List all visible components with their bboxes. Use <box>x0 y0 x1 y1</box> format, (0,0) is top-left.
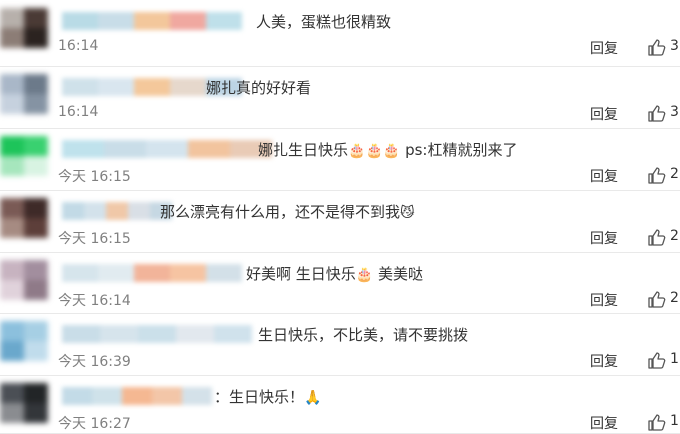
like-button[interactable]: 2 <box>648 166 680 186</box>
emoji-icon: 🎂 <box>355 266 374 283</box>
reply-button[interactable]: 回复 <box>590 38 618 58</box>
comment-item: 娜扎生日快乐🎂🎂🎂 ps:杠精就别来了 今天 16:15 回复 2 <box>0 128 680 191</box>
timestamp: 16:14 <box>58 104 99 120</box>
avatar[interactable] <box>0 321 48 361</box>
thumbs-up-icon <box>648 352 666 369</box>
like-count: 2 <box>670 228 679 244</box>
avatar[interactable] <box>0 8 48 48</box>
like-count: 1 <box>670 413 679 429</box>
thumbs-up-icon <box>648 39 666 56</box>
username-blurred[interactable] <box>62 387 212 405</box>
comment-item: 生日快乐，不比美，请不要挑拨今天 16:39 回复 1 <box>0 313 680 376</box>
comment-list: 人美，蛋糕也很精致 16:14 回复 3 娜扎真的好好看 16:14 回复 3 娜扎生日快乐🎂🎂… <box>0 0 680 434</box>
emoji-icon: 🎂 <box>365 142 383 159</box>
reply-button[interactable]: 回复 <box>590 413 618 433</box>
comment-body: 娜扎生日快乐 <box>258 141 349 159</box>
timestamp: 16:14 <box>58 38 99 54</box>
comment-item: 娜扎真的好好看 16:14 回复 3 <box>0 66 680 129</box>
emoji-icon: 🎂 <box>382 142 401 159</box>
timestamp: 今天 16:15 <box>58 231 131 247</box>
reply-button[interactable]: 回复 <box>590 166 618 186</box>
comment-body: 生日快乐，不比美，请不要挑拨 <box>258 326 469 344</box>
comment-body: ：生日快乐！ <box>214 388 305 406</box>
reply-button[interactable]: 回复 <box>590 228 618 248</box>
thumbs-up-icon <box>648 291 666 308</box>
like-button[interactable]: 2 <box>648 290 680 310</box>
username-blurred[interactable] <box>62 325 252 343</box>
timestamp: 今天 16:27 <box>58 416 131 432</box>
like-count: 3 <box>670 104 679 120</box>
comment-text: 生日快乐，不比美，请不要挑拨 <box>258 324 468 345</box>
avatar[interactable] <box>0 383 48 423</box>
comment-item: 好美啊 生日快乐🎂 美美哒今天 16:14 回复 2 <box>0 252 680 314</box>
like-button[interactable]: 3 <box>648 38 680 58</box>
timestamp: 今天 16:14 <box>58 293 131 309</box>
comment-item: 人美，蛋糕也很精致 16:14 回复 3 <box>0 0 680 67</box>
like-button[interactable]: 1 <box>648 351 680 371</box>
avatar[interactable] <box>0 260 48 300</box>
thumbs-up-icon <box>648 414 666 431</box>
comment-text: 好美啊 生日快乐🎂 美美哒 <box>246 263 423 284</box>
reply-button[interactable]: 回复 <box>590 290 618 310</box>
reply-button[interactable]: 回复 <box>590 351 618 371</box>
comment-body: 那么漂亮有什么用，还不是得不到我 <box>160 203 401 221</box>
thumbs-up-icon <box>648 105 666 122</box>
thumbs-up-icon <box>648 167 666 184</box>
like-button[interactable]: 1 <box>648 413 680 433</box>
like-count: 3 <box>670 38 679 54</box>
like-count: 2 <box>670 166 679 182</box>
username-blurred[interactable] <box>62 140 272 158</box>
comment-text: 那么漂亮有什么用，还不是得不到我😼 <box>160 201 415 222</box>
emoji-icon: 🎂 <box>348 142 366 159</box>
comment-body-tail: 美美哒 <box>373 265 423 283</box>
like-button[interactable]: 2 <box>648 228 680 248</box>
comment-text: 娜扎生日快乐🎂🎂🎂 ps:杠精就别来了 <box>258 139 518 160</box>
like-button[interactable]: 3 <box>648 104 680 124</box>
comment-item: 那么漂亮有什么用，还不是得不到我😼 今天 16:15 回复 2 <box>0 190 680 253</box>
timestamp: 今天 16:15 <box>58 169 131 185</box>
username-blurred[interactable] <box>62 202 172 220</box>
emoji-icon: 🙏 <box>304 389 322 406</box>
avatar[interactable] <box>0 74 48 114</box>
thumbs-up-icon <box>648 229 666 246</box>
comment-body: 人美，蛋糕也很精致 <box>256 13 392 31</box>
username-blurred[interactable] <box>62 12 242 30</box>
comment-item: ：生日快乐！🙏 今天 16:27 回复 1 <box>0 375 680 434</box>
avatar[interactable] <box>0 136 48 176</box>
comment-text: 人美，蛋糕也很精致 <box>256 11 391 32</box>
reply-button[interactable]: 回复 <box>590 104 618 124</box>
username-blurred[interactable] <box>62 264 242 282</box>
comment-body: 好美啊 生日快乐 <box>246 265 356 283</box>
comment-text: 娜扎真的好好看 <box>206 77 311 98</box>
comment-body: 娜扎真的好好看 <box>206 79 312 97</box>
like-count: 1 <box>670 351 679 367</box>
emoji-icon: 😼 <box>400 204 415 221</box>
avatar[interactable] <box>0 198 48 238</box>
comment-text: ：生日快乐！🙏 <box>214 386 321 407</box>
timestamp: 今天 16:39 <box>58 354 131 370</box>
comment-body-tail: ps:杠精就别来了 <box>400 141 518 159</box>
like-count: 2 <box>670 290 679 306</box>
